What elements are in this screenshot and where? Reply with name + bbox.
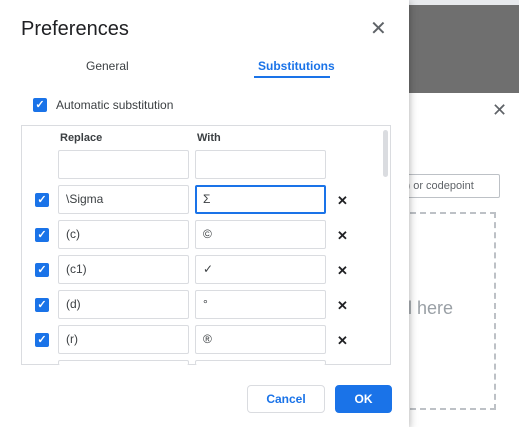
cancel-button[interactable]: Cancel [247, 385, 325, 413]
preferences-dialog: Preferences ✕ General Substitutions ✓ Au… [0, 0, 409, 427]
replace-input[interactable]: (r) [58, 325, 189, 354]
remove-row-icon[interactable]: ✕ [337, 263, 348, 279]
new-with-input[interactable] [195, 150, 326, 179]
ok-button[interactable]: OK [335, 385, 392, 413]
with-input[interactable]: ✓ [195, 255, 326, 284]
row-checkbox[interactable]: ✓ [35, 298, 49, 312]
row-checkbox[interactable]: ✓ [35, 263, 49, 277]
remove-row-icon[interactable]: ✕ [337, 298, 348, 314]
active-tab-indicator [254, 76, 330, 78]
with-input[interactable]: Σ [195, 185, 326, 214]
row-checkbox[interactable]: ✓ [35, 193, 49, 207]
with-input[interactable]: ° [195, 290, 326, 319]
remove-row-icon[interactable]: ✕ [337, 193, 348, 209]
remove-row-icon[interactable]: ✕ [337, 228, 348, 244]
with-input[interactable]: © [195, 220, 326, 249]
new-replace-input[interactable] [58, 150, 189, 179]
replace-input[interactable]: (c1) [58, 255, 189, 284]
replace-input[interactable]: (d) [58, 290, 189, 319]
replace-column-header: Replace [60, 132, 103, 144]
replace-input-partial[interactable] [58, 360, 189, 365]
with-column-header: With [197, 132, 221, 144]
scrollbar-thumb[interactable] [383, 130, 388, 177]
replace-input[interactable]: (c) [58, 220, 189, 249]
with-input-partial[interactable] [195, 360, 326, 365]
row-checkbox[interactable]: ✓ [35, 228, 49, 242]
remove-row-icon[interactable]: ✕ [337, 333, 348, 349]
background-close-icon[interactable]: ✕ [492, 100, 507, 120]
automatic-substitution-checkbox[interactable]: ✓ [33, 98, 47, 112]
close-icon[interactable]: ✕ [370, 18, 387, 40]
with-input[interactable]: ® [195, 325, 326, 354]
automatic-substitution-label: Automatic substitution [56, 98, 174, 112]
row-checkbox[interactable]: ✓ [35, 333, 49, 347]
dialog-title: Preferences [21, 18, 129, 40]
replace-input[interactable]: \Sigma [58, 185, 189, 214]
tab-general[interactable]: General [86, 59, 129, 73]
tab-substitutions[interactable]: Substitutions [258, 59, 335, 73]
